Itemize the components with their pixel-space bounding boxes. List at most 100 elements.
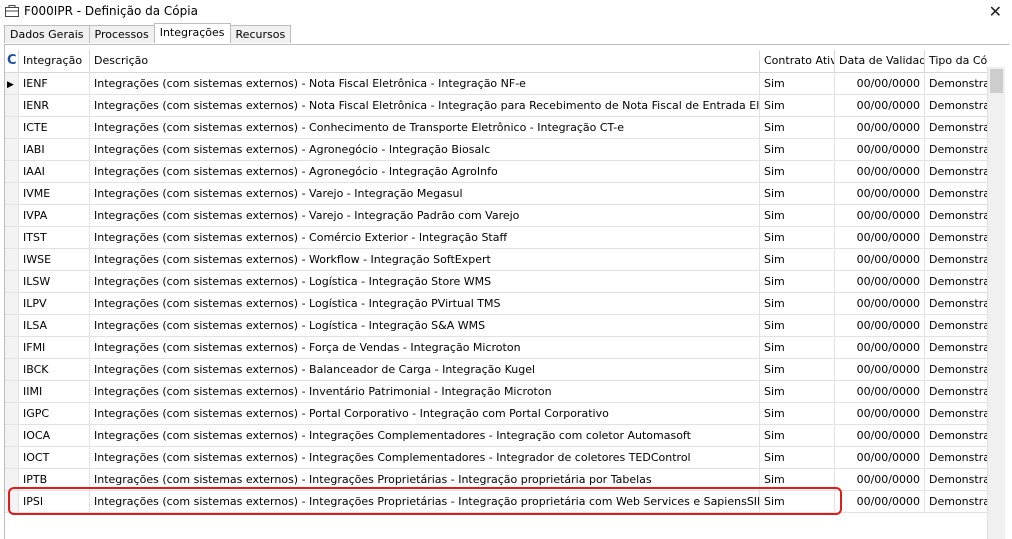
cell-data-validade[interactable]: 00/00/0000 — [835, 249, 925, 270]
cell-descricao[interactable]: Integrações (com sistemas externos) - No… — [90, 73, 760, 94]
cell-contrato-ativo[interactable]: Sim — [760, 227, 835, 248]
cell-integracao[interactable]: ICTE — [19, 117, 90, 138]
table-row[interactable]: ILPV Integrações (com sistemas externos) … — [5, 293, 987, 315]
cell-tipo-copia[interactable]: Demonstração — [925, 271, 987, 292]
cell-descricao[interactable]: Integrações (com sistemas externos) - In… — [90, 381, 760, 402]
table-row[interactable]: ICTE Integrações (com sistemas externos) … — [5, 117, 987, 139]
cell-tipo-copia[interactable]: Demonstração — [925, 249, 987, 270]
column-header-integracao[interactable]: Integração — [19, 50, 90, 72]
row-indicator[interactable] — [5, 491, 19, 512]
cell-data-validade[interactable]: 00/00/0000 — [835, 403, 925, 424]
cell-integracao[interactable]: ITST — [19, 227, 90, 248]
table-row[interactable]: IPSI Integrações (com sistemas externos) … — [5, 491, 987, 513]
table-row[interactable]: ILSA Integrações (com sistemas externos) … — [5, 315, 987, 337]
row-indicator[interactable] — [5, 403, 19, 424]
cell-tipo-copia[interactable]: Demonstração — [925, 403, 987, 424]
table-row[interactable]: ILSW Integrações (com sistemas externos) … — [5, 271, 987, 293]
row-indicator[interactable] — [5, 161, 19, 182]
table-row[interactable]: IPTB Integrações (com sistemas externos) … — [5, 469, 987, 491]
cell-contrato-ativo[interactable]: Sim — [760, 117, 835, 138]
row-indicator[interactable] — [5, 249, 19, 270]
row-indicator[interactable] — [5, 271, 19, 292]
table-row[interactable]: IABI Integrações (com sistemas externos) … — [5, 139, 987, 161]
cell-contrato-ativo[interactable]: Sim — [760, 293, 835, 314]
cell-data-validade[interactable]: 00/00/0000 — [835, 161, 925, 182]
cell-tipo-copia[interactable]: Demonstração — [925, 183, 987, 204]
row-indicator[interactable]: ▶ — [5, 73, 19, 94]
cell-data-validade[interactable]: 00/00/0000 — [835, 227, 925, 248]
cell-contrato-ativo[interactable]: Sim — [760, 183, 835, 204]
cell-tipo-copia[interactable]: Demonstração — [925, 161, 987, 182]
cell-contrato-ativo[interactable]: Sim — [760, 161, 835, 182]
cell-data-validade[interactable]: 00/00/0000 — [835, 381, 925, 402]
cell-tipo-copia[interactable]: Demonstração — [925, 227, 987, 248]
cell-integracao[interactable]: ILSA — [19, 315, 90, 336]
cell-descricao[interactable]: Integrações (com sistemas externos) - Co… — [90, 227, 760, 248]
row-indicator[interactable] — [5, 381, 19, 402]
close-icon[interactable]: ✕ — [989, 2, 1002, 21]
cell-descricao[interactable]: Integrações (com sistemas externos) - Ag… — [90, 161, 760, 182]
cell-integracao[interactable]: IVME — [19, 183, 90, 204]
cell-data-validade[interactable]: 00/00/0000 — [835, 337, 925, 358]
row-indicator[interactable] — [5, 95, 19, 116]
table-row[interactable]: IWSE Integrações (com sistemas externos) … — [5, 249, 987, 271]
table-row[interactable]: IFMI Integrações (com sistemas externos) … — [5, 337, 987, 359]
cell-tipo-copia[interactable]: Demonstração — [925, 139, 987, 160]
cell-descricao[interactable]: Integrações (com sistemas externos) - Fo… — [90, 337, 760, 358]
cell-integracao[interactable]: IWSE — [19, 249, 90, 270]
table-row[interactable]: IVME Integrações (com sistemas externos) … — [5, 183, 987, 205]
table-row[interactable]: IOCA Integrações (com sistemas externos) … — [5, 425, 987, 447]
cell-descricao[interactable]: Integrações (com sistemas externos) - In… — [90, 491, 760, 512]
row-indicator[interactable] — [5, 337, 19, 358]
cell-descricao[interactable]: Integrações (com sistemas externos) - Po… — [90, 403, 760, 424]
row-indicator[interactable] — [5, 293, 19, 314]
cell-tipo-copia[interactable]: Demonstração — [925, 381, 987, 402]
cell-contrato-ativo[interactable]: Sim — [760, 359, 835, 380]
cell-data-validade[interactable]: 00/00/0000 — [835, 425, 925, 446]
cell-data-validade[interactable]: 00/00/0000 — [835, 117, 925, 138]
cell-data-validade[interactable]: 00/00/0000 — [835, 139, 925, 160]
cell-integracao[interactable]: IIMI — [19, 381, 90, 402]
cell-descricao[interactable]: Integrações (com sistemas externos) - In… — [90, 447, 760, 468]
column-header-descricao[interactable]: Descrição — [90, 50, 760, 72]
cell-contrato-ativo[interactable]: Sim — [760, 271, 835, 292]
cell-integracao[interactable]: IFMI — [19, 337, 90, 358]
cell-data-validade[interactable]: 00/00/0000 — [835, 271, 925, 292]
cell-descricao[interactable]: Integrações (com sistemas externos) - Wo… — [90, 249, 760, 270]
row-indicator[interactable] — [5, 447, 19, 468]
table-row[interactable]: IIMI Integrações (com sistemas externos) … — [5, 381, 987, 403]
cell-integracao[interactable]: IOCA — [19, 425, 90, 446]
cell-tipo-copia[interactable]: Demonstração — [925, 469, 987, 490]
cell-descricao[interactable]: Integrações (com sistemas externos) - No… — [90, 95, 760, 116]
cell-integracao[interactable]: IVPA — [19, 205, 90, 226]
row-indicator[interactable] — [5, 117, 19, 138]
cell-integracao[interactable]: IBCK — [19, 359, 90, 380]
cell-contrato-ativo[interactable]: Sim — [760, 249, 835, 270]
tab-recursos[interactable]: Recursos — [229, 25, 292, 43]
table-row[interactable]: IBCK Integrações (com sistemas externos) … — [5, 359, 987, 381]
cell-descricao[interactable]: Integrações (com sistemas externos) - Va… — [90, 183, 760, 204]
cell-contrato-ativo[interactable]: Sim — [760, 403, 835, 424]
cell-descricao[interactable]: Integrações (com sistemas externos) - Ag… — [90, 139, 760, 160]
indicator-column-header[interactable]: C — [5, 50, 19, 72]
cell-descricao[interactable]: Integrações (com sistemas externos) - Lo… — [90, 271, 760, 292]
cell-contrato-ativo[interactable]: Sim — [760, 381, 835, 402]
row-indicator[interactable] — [5, 469, 19, 490]
row-indicator[interactable] — [5, 139, 19, 160]
cell-contrato-ativo[interactable]: Sim — [760, 447, 835, 468]
cell-tipo-copia[interactable]: Demonstração — [925, 491, 987, 512]
tab-dados-gerais[interactable]: Dados Gerais — [4, 25, 90, 43]
cell-tipo-copia[interactable]: Demonstração — [925, 117, 987, 138]
cell-tipo-copia[interactable]: Demonstração — [925, 73, 987, 94]
row-indicator[interactable] — [5, 205, 19, 226]
cell-contrato-ativo[interactable]: Sim — [760, 425, 835, 446]
cell-tipo-copia[interactable]: Demonstração — [925, 425, 987, 446]
column-header-contrato-ativo[interactable]: Contrato Ativo — [760, 50, 835, 72]
table-row[interactable]: ▶ IENF Integrações (com sistemas externos)… — [5, 73, 987, 95]
cell-contrato-ativo[interactable]: Sim — [760, 491, 835, 512]
cell-tipo-copia[interactable]: Demonstração — [925, 95, 987, 116]
cell-contrato-ativo[interactable]: Sim — [760, 315, 835, 336]
cell-contrato-ativo[interactable]: Sim — [760, 205, 835, 226]
cell-integracao[interactable]: ILPV — [19, 293, 90, 314]
cell-contrato-ativo[interactable]: Sim — [760, 73, 835, 94]
